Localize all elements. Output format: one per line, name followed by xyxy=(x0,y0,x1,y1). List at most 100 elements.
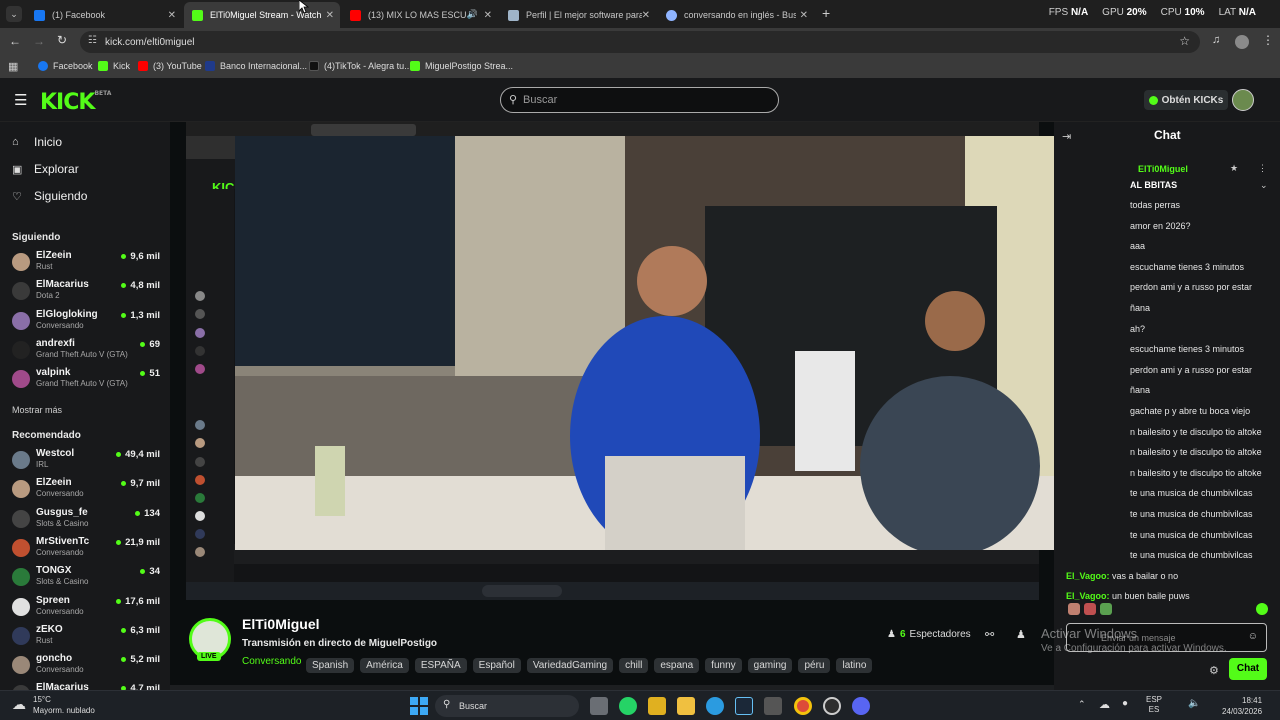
microphone-icon[interactable]: ● xyxy=(1122,698,1128,709)
app-icon[interactable] xyxy=(648,697,666,715)
channel-list-item[interactable]: ElMacarius Dota 2 4,8 mil xyxy=(12,279,160,305)
share-icon[interactable]: ⚯ xyxy=(985,628,994,641)
stream-category[interactable]: Conversando xyxy=(242,656,301,667)
channel-list-item[interactable]: valpink Grand Theft Auto V (GTA) 51 xyxy=(12,367,160,393)
close-tab-icon[interactable]: ✕ xyxy=(484,10,492,21)
collapse-chat-icon[interactable]: ⇥ xyxy=(1062,130,1071,143)
site-info-icon[interactable]: ☷ xyxy=(88,35,97,46)
profile-avatar-icon[interactable] xyxy=(1235,35,1249,49)
emoji-icon[interactable]: ☺ xyxy=(1248,631,1258,642)
file-explorer-icon[interactable] xyxy=(677,697,695,715)
browser-tab[interactable]: (1) Facebook ✕ xyxy=(26,2,182,28)
bookmark-tiktok[interactable]: (4)TikTok - Alegra tu... xyxy=(309,61,412,71)
channel-list-item[interactable]: Westcol IRL 49,4 mil xyxy=(12,448,160,474)
stream-tag[interactable]: funny xyxy=(705,658,742,673)
stream-tag[interactable]: América xyxy=(360,658,409,673)
bookmark-kick[interactable]: Kick xyxy=(98,61,130,71)
channel-list-item[interactable]: goncho Conversando 5,2 mil xyxy=(12,653,160,679)
kick-logo[interactable]: KICKBETA xyxy=(40,90,111,115)
chat-username[interactable]: El_Vagoo: xyxy=(1066,571,1110,581)
whatsapp-icon[interactable] xyxy=(619,697,637,715)
tray-chevron-icon[interactable]: ⌃ xyxy=(1078,699,1086,710)
chat-username[interactable]: El_Vagoo: xyxy=(1066,591,1110,601)
chrome-icon[interactable] xyxy=(794,697,812,715)
send-chat-button[interactable]: Chat xyxy=(1229,658,1267,680)
nav-siguiendo[interactable]: ♡ Siguiendo xyxy=(12,189,87,203)
chat-more-icon[interactable]: ⋮ xyxy=(1258,163,1267,174)
nav-inicio[interactable]: ⌂ Inicio xyxy=(12,135,62,149)
task-view-icon[interactable] xyxy=(590,697,608,715)
stream-tag[interactable]: chill xyxy=(619,658,649,673)
apps-grid-icon[interactable]: ▦ xyxy=(8,60,18,73)
channel-list-item[interactable]: Spreen Conversando 17,6 mil xyxy=(12,595,160,621)
stream-tag[interactable]: Español xyxy=(472,658,521,673)
forward-icon[interactable]: → xyxy=(33,34,45,48)
stream-tag[interactable]: VariedadGaming xyxy=(526,658,614,673)
close-tab-icon[interactable]: ✕ xyxy=(326,10,334,21)
discord-icon[interactable] xyxy=(852,697,870,715)
start-button[interactable] xyxy=(410,697,428,715)
volume-icon[interactable]: 🔈 xyxy=(1188,698,1200,709)
channel-list-item[interactable]: zEKO Rust 6,3 mil xyxy=(12,624,160,650)
bookmark-facebook[interactable]: Facebook xyxy=(38,61,93,71)
emote-icon[interactable] xyxy=(1068,603,1080,615)
close-tab-icon[interactable]: ✕ xyxy=(168,10,176,21)
stream-tag[interactable]: Spanish xyxy=(306,658,355,673)
emote-icon[interactable] xyxy=(1100,603,1112,615)
nav-explorar[interactable]: ▣ Explorar xyxy=(12,162,79,176)
chat-message-input[interactable]: Enviar un mensaje ☺ xyxy=(1066,623,1267,652)
channel-list-item[interactable]: ElMacarius 4,7 mil xyxy=(12,682,160,690)
obs-icon[interactable] xyxy=(823,697,841,715)
chat-settings-icon[interactable]: ⚙ xyxy=(1209,664,1219,677)
bookmark-youtube[interactable]: (3) YouTube xyxy=(138,61,202,71)
new-tab-button[interactable]: + xyxy=(822,5,830,21)
stream-tag[interactable]: ESPAÑA xyxy=(414,658,467,673)
store-icon[interactable] xyxy=(764,697,782,715)
browser-tab[interactable]: conversando en inglés - Buscar ✕ xyxy=(658,2,814,28)
channel-list-item[interactable]: ElZeein Rust 9,6 mil xyxy=(12,250,160,276)
speaker-icon[interactable]: 🔊 xyxy=(467,9,478,20)
address-bar[interactable]: ☷ kick.com/elti0miguel ☆ xyxy=(80,31,1200,53)
taskbar-search[interactable]: ⚲ Buscar xyxy=(435,695,579,717)
back-icon[interactable]: ← xyxy=(9,34,21,48)
stream-tag[interactable]: gaming xyxy=(747,658,793,673)
channel-list-item[interactable]: ElZeein Conversando 9,7 mil xyxy=(12,477,160,503)
menu-kebab-icon[interactable]: ⋮ xyxy=(1262,33,1274,47)
stream-tag[interactable]: latino xyxy=(836,658,873,673)
browser-tab-active[interactable]: ElTi0Miguel Stream - Watch Liv ✕ xyxy=(184,2,340,28)
user-avatar[interactable] xyxy=(1232,89,1254,111)
show-more-link[interactable]: Mostrar más xyxy=(12,405,62,415)
channel-list-item[interactable]: MrStivenTc Conversando 21,9 mil xyxy=(12,536,160,562)
stream-tag[interactable]: péru xyxy=(798,658,831,673)
bookmark-bank[interactable]: Banco Internacional... xyxy=(205,61,307,71)
close-tab-icon[interactable]: ✕ xyxy=(642,10,650,21)
bookmark-stream[interactable]: MiguelPostigo Strea... xyxy=(410,61,513,71)
steam-icon[interactable] xyxy=(735,697,753,715)
cloud-icon[interactable]: ☁ xyxy=(1099,698,1110,711)
follow-user-icon[interactable]: ♟ xyxy=(1016,628,1026,641)
edge-icon[interactable] xyxy=(706,697,724,715)
channel-list-item[interactable]: andrexfi Grand Theft Auto V (GTA) 69 xyxy=(12,338,160,364)
reload-icon[interactable]: ↻ xyxy=(57,33,67,47)
stream-tag[interactable]: espana xyxy=(654,658,700,673)
chevron-down-icon[interactable]: ⌄ xyxy=(1260,180,1268,191)
hamburger-menu-icon[interactable]: ☰ xyxy=(14,91,27,109)
close-tab-icon[interactable]: ✕ xyxy=(800,10,808,21)
get-kicks-button[interactable]: Obtén KICKs xyxy=(1144,90,1228,110)
channel-name[interactable]: ElTi0Miguel xyxy=(242,616,320,632)
channel-list-item[interactable]: Gusgus_fe Slots & Casino 134 xyxy=(12,507,160,533)
clock[interactable]: 18:41 24/03/2026 xyxy=(1222,695,1262,717)
bookmark-star-icon[interactable]: ☆ xyxy=(1179,34,1190,48)
browser-tab[interactable]: Perfil | El mejor software para p ✕ xyxy=(500,2,656,28)
emote-icon[interactable] xyxy=(1256,603,1268,615)
tab-search-icon[interactable]: ⌄ xyxy=(6,6,22,22)
browser-tab[interactable]: (13) MIX LO MAS ESCUCHA 🔊 ✕ xyxy=(342,2,498,28)
weather-icon[interactable]: ☁ xyxy=(12,696,26,713)
emote-icon[interactable] xyxy=(1084,603,1096,615)
pin-icon[interactable]: ★ xyxy=(1230,163,1238,174)
channel-list-item[interactable]: ElGlogloking Conversando 1,3 mil xyxy=(12,309,160,335)
media-icon[interactable]: ♫ xyxy=(1212,34,1220,46)
search-input[interactable]: ⚲ Buscar xyxy=(500,87,779,113)
language-indicator[interactable]: ESP ES xyxy=(1146,695,1162,715)
channel-list-item[interactable]: TONGX Slots & Casino 34 xyxy=(12,565,160,591)
